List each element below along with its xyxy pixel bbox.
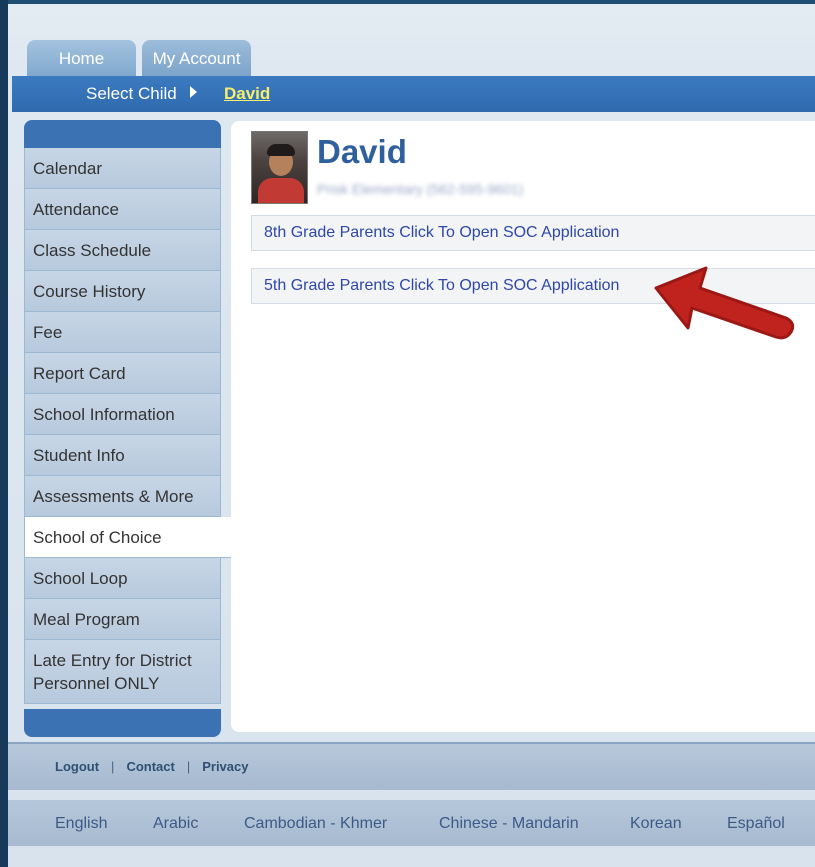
child-name-link[interactable]: David xyxy=(224,84,270,104)
language-arabic[interactable]: Arabic xyxy=(153,815,198,833)
language-cambodian-khmer[interactable]: Cambodian - Khmer xyxy=(244,815,387,833)
sidebar-item-late-entry[interactable]: Late Entry for District Personnel ONLY xyxy=(24,640,221,704)
select-child-bar: Select Child David xyxy=(12,76,815,112)
sidebar-item-school-information[interactable]: School Information xyxy=(24,394,221,435)
triangle-right-icon xyxy=(190,86,197,98)
sidebar-menu: Calendar Attendance Class Schedule Cours… xyxy=(24,148,232,704)
footer-separator: | xyxy=(111,759,115,774)
sidebar-item-report-card[interactable]: Report Card xyxy=(24,353,221,394)
window-left-edge xyxy=(0,0,8,867)
tab-home[interactable]: Home xyxy=(27,40,136,78)
language-bar xyxy=(8,800,815,846)
portal-page: Home My Account Select Child David Calen… xyxy=(8,4,815,867)
soc-application-8th-grade-link[interactable]: 8th Grade Parents Click To Open SOC Appl… xyxy=(251,215,815,251)
photo-hair xyxy=(267,144,295,156)
sidebar-item-school-of-choice[interactable]: School of Choice xyxy=(24,517,232,558)
sidebar-item-student-info[interactable]: Student Info xyxy=(24,435,221,476)
sidebar-item-course-history[interactable]: Course History xyxy=(24,271,221,312)
sidebar-item-class-schedule[interactable]: Class Schedule xyxy=(24,230,221,271)
select-child-label: Select Child xyxy=(86,84,177,103)
student-photo xyxy=(251,131,308,204)
sidebar-item-assessments[interactable]: Assessments & More xyxy=(24,476,221,517)
privacy-link[interactable]: Privacy xyxy=(202,759,248,774)
sidebar-item-attendance[interactable]: Attendance xyxy=(24,189,221,230)
logout-link[interactable]: Logout xyxy=(55,759,99,774)
language-korean[interactable]: Korean xyxy=(630,815,682,833)
footer-links: Logout | Contact | Privacy xyxy=(55,759,248,774)
sidebar-item-meal-program[interactable]: Meal Program xyxy=(24,599,221,640)
language-espanol[interactable]: Español xyxy=(727,815,785,833)
sidebar-item-school-loop[interactable]: School Loop xyxy=(24,558,221,599)
main-content-panel: David Prisk Elementary (562-595-9601) 8t… xyxy=(231,121,815,732)
sidebar-footer-cap xyxy=(24,709,221,737)
language-chinese-mandarin[interactable]: Chinese - Mandarin xyxy=(439,815,579,833)
contact-link[interactable]: Contact xyxy=(126,759,174,774)
sidebar-item-fee[interactable]: Fee xyxy=(24,312,221,353)
student-name: David xyxy=(317,133,407,170)
tab-my-account[interactable]: My Account xyxy=(142,40,251,78)
student-school-info: Prisk Elementary (562-595-9601) xyxy=(317,181,524,197)
sidebar-header-cap xyxy=(24,120,221,148)
footer-separator: | xyxy=(186,759,191,774)
red-arrow-icon xyxy=(654,266,795,340)
photo-shirt xyxy=(258,178,304,203)
language-english[interactable]: English xyxy=(55,815,107,833)
sidebar-item-calendar[interactable]: Calendar xyxy=(24,148,221,189)
